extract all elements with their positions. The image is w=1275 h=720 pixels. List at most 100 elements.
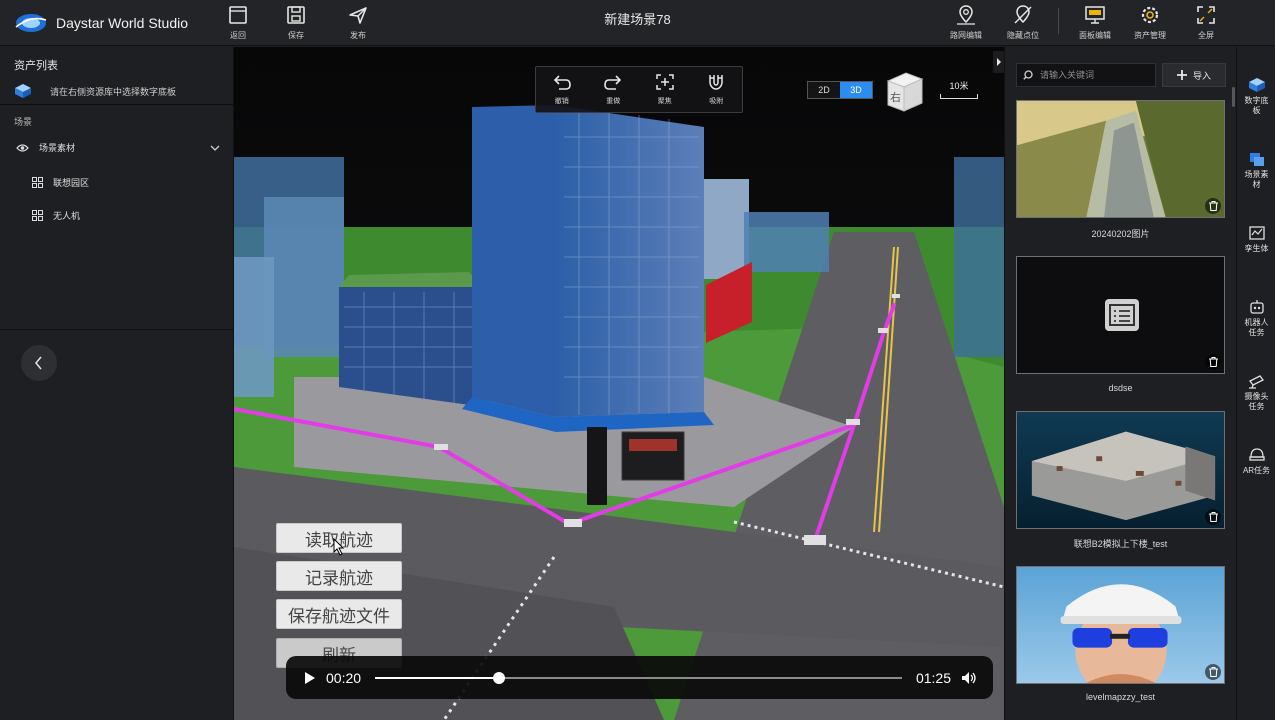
nav-scene-material[interactable]: 场景素材 [1237, 151, 1275, 190]
redo-button[interactable]: 重做 [603, 73, 623, 106]
focus-button[interactable]: 聚焦 [655, 73, 675, 106]
chevron-down-icon[interactable] [210, 145, 220, 151]
delete-button[interactable] [1205, 509, 1221, 525]
asset-manage-icon [1141, 6, 1159, 24]
tree-item-drone[interactable]: 无人机 [32, 209, 80, 222]
save-button[interactable]: 保存 [276, 4, 316, 44]
asset-list-scrollbar[interactable] [1232, 87, 1235, 107]
tree-item-label: 无人机 [53, 211, 81, 221]
nav-camera-task[interactable]: 摄像头任务 [1237, 373, 1275, 412]
record-track-button[interactable]: 记录航迹 [276, 561, 402, 591]
asset-card-name: 20240202图片 [1091, 229, 1150, 239]
snap-button[interactable]: 吸附 [706, 73, 726, 106]
daystar-logo-icon [15, 14, 47, 32]
scene-viewport[interactable]: 撤销 重做 聚焦 吸附 2D 3D 右 10米 读取航迹 记录航迹 保存航迹文件… [234, 47, 1004, 720]
navigation-cube[interactable]: 右 [884, 69, 926, 115]
view-mode-toggle: 2D 3D [807, 81, 873, 99]
point-cloud-thumbnail [1017, 412, 1224, 528]
digital-base-icon [1248, 78, 1265, 92]
progress-handle[interactable] [492, 671, 505, 684]
digital-base-hint[interactable]: 请在右侧资源库中选择数字底板 [14, 83, 176, 99]
redo-icon [604, 75, 622, 90]
twin-icon [1248, 226, 1265, 240]
current-time: 00:20 [326, 669, 362, 686]
nav-ar-task[interactable]: AR任务 [1237, 447, 1275, 476]
exit-button[interactable]: 返回 [218, 4, 258, 44]
trash-icon [1208, 357, 1218, 367]
fullscreen-button[interactable]: 全屏 [1186, 4, 1226, 44]
read-track-button[interactable]: 读取航迹 [276, 523, 402, 553]
model-group-icon [32, 177, 43, 188]
tree-item-lenovo-park[interactable]: 联想园区 [32, 176, 89, 189]
total-time: 01:25 [915, 669, 951, 686]
nav-robot-task[interactable]: 机器人任务 [1237, 299, 1275, 338]
search-input[interactable] [1040, 70, 1150, 80]
divider [0, 104, 234, 105]
asset-library-panel: 导入 20240202图片 [1004, 47, 1236, 720]
chevron-left-icon [35, 356, 42, 370]
document-icon [1105, 299, 1139, 331]
app-window: Daystar World Studio 返回 保存 发布 新建场景78 路网编… [0, 0, 1275, 720]
exit-icon [229, 6, 247, 24]
collapse-right-panel-button[interactable] [993, 51, 1004, 73]
asset-card[interactable] [1016, 100, 1225, 218]
search-icon [1023, 69, 1033, 80]
mode-3d-button[interactable]: 3D [840, 82, 872, 98]
progress-fill [375, 676, 499, 679]
asset-card-name: 联想B2模拟上下楼_test [1073, 539, 1168, 549]
asset-card[interactable] [1016, 256, 1225, 374]
top-toolbar: Daystar World Studio 返回 保存 发布 新建场景78 路网编… [0, 0, 1275, 46]
hide-point-button[interactable]: 隐藏点位 [1003, 4, 1043, 44]
mode-2d-button[interactable]: 2D [808, 82, 840, 98]
app-title: Daystar World Studio [56, 15, 189, 31]
scale-bar: 10米 [940, 79, 978, 99]
trash-icon [1208, 512, 1218, 522]
eye-icon[interactable] [16, 143, 29, 153]
delete-button[interactable] [1205, 354, 1221, 370]
panel-edit-icon [1085, 6, 1105, 24]
playback-progress-slider[interactable] [375, 671, 902, 684]
volume-icon[interactable] [961, 671, 977, 685]
nav-twin[interactable]: 孪生体 [1237, 225, 1275, 254]
undo-icon [553, 75, 571, 90]
asset-list-title: 资产列表 [14, 60, 58, 72]
toolbar-divider [1058, 8, 1059, 34]
plus-icon [1176, 70, 1187, 80]
app-logo: Daystar World Studio [14, 12, 188, 34]
collapse-left-button[interactable] [21, 345, 57, 381]
scene-material-row[interactable]: 场景素材 [16, 141, 220, 154]
magnet-icon [709, 75, 723, 90]
play-icon[interactable] [302, 671, 316, 685]
cube-icon [15, 84, 31, 98]
scene-section-label: 场景 [14, 117, 33, 127]
trash-icon [1208, 667, 1218, 677]
asset-search-box[interactable] [1016, 63, 1156, 87]
asset-card[interactable] [1016, 411, 1225, 529]
road-network-button[interactable]: 路网编辑 [946, 4, 986, 44]
delete-button[interactable] [1205, 664, 1221, 680]
fullscreen-icon [1197, 6, 1215, 24]
publish-button[interactable]: 发布 [338, 4, 378, 44]
nav-digital-base[interactable]: 数字底板 [1237, 77, 1275, 116]
caret-right-icon [996, 58, 1001, 66]
scale-label: 10米 [949, 81, 969, 91]
focus-icon [656, 74, 674, 90]
undo-button[interactable]: 撤销 [552, 73, 572, 106]
ar-helmet-icon [1248, 448, 1265, 461]
panel-edit-button[interactable]: 面板编辑 [1075, 4, 1115, 44]
save-track-file-button[interactable]: 保存航迹文件 [276, 599, 402, 629]
asset-card-name: levelmapzzy_test [1085, 692, 1156, 702]
video-player-bar: 00:20 01:25 [286, 656, 993, 699]
asset-card[interactable] [1016, 566, 1225, 684]
delete-button[interactable] [1205, 198, 1221, 214]
import-button[interactable]: 导入 [1162, 63, 1226, 87]
avatar-helmet-thumbnail [1017, 567, 1224, 683]
asset-manage-button[interactable]: 资产管理 [1130, 4, 1170, 44]
view-cube-icon: 右 [886, 72, 924, 112]
hide-point-icon [1014, 5, 1032, 24]
tree-item-label: 联想园区 [53, 178, 90, 188]
save-icon [287, 6, 305, 24]
nav-cube-face-label: 右 [890, 90, 901, 104]
camera-icon [1248, 375, 1264, 389]
road-network-icon [957, 5, 975, 25]
